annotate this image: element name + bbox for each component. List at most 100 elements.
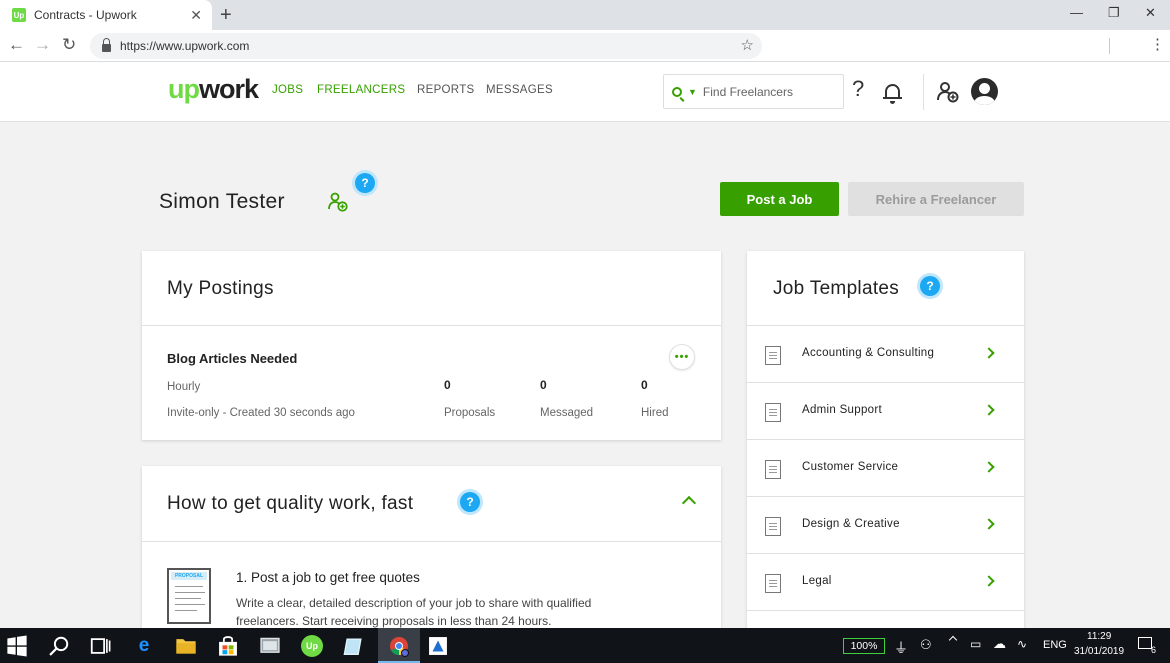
templates-help-icon[interactable]: ?	[920, 276, 940, 296]
job-templates-card: Job Templates ? Accounting & Consulting …	[747, 251, 1024, 636]
add-team-member-icon[interactable]	[328, 192, 348, 212]
search-input[interactable]: ▼ Find Freelancers	[663, 74, 844, 109]
notification-count: 6	[1151, 645, 1157, 655]
task-view-icon[interactable]	[89, 635, 111, 657]
browser-tabstrip: Up Contracts - Upwork ✕ + — ❐ ✕	[0, 0, 1170, 30]
collapse-chevron-icon[interactable]	[681, 495, 697, 511]
upwork-logo[interactable]: upwork	[168, 74, 259, 105]
forward-icon[interactable]: →	[34, 35, 51, 55]
more-options-icon[interactable]: •••	[669, 344, 695, 370]
my-postings-title: My Postings	[167, 278, 274, 299]
reload-icon[interactable]: ↻	[62, 35, 76, 55]
url-text: https://www.upwork.com	[120, 39, 250, 53]
action-center-icon[interactable]	[1138, 637, 1152, 649]
how-to-card: How to get quality work, fast ? PROPOSAL…	[142, 466, 721, 636]
toolbar-separator	[1109, 38, 1110, 54]
battery-icon[interactable]: ▭	[970, 637, 981, 651]
chevron-right-icon	[983, 518, 995, 530]
template-item-customer-service[interactable]: Customer Service	[747, 439, 1024, 496]
lock-icon	[102, 38, 111, 52]
help-icon[interactable]: ?	[852, 76, 864, 102]
browser-menu-icon[interactable]: ⋮	[1150, 36, 1165, 54]
app-window-icon[interactable]	[259, 635, 281, 657]
hired-count[interactable]: 0	[641, 378, 648, 392]
template-label: Legal	[802, 575, 832, 587]
power-plug-icon: ⏚	[894, 640, 908, 656]
store-icon[interactable]	[217, 635, 239, 657]
template-item-accounting[interactable]: Accounting & Consulting	[747, 325, 1024, 382]
nav-freelancers[interactable]: FREELANCERS	[317, 84, 405, 96]
proposal-document-icon: PROPOSAL	[167, 568, 211, 624]
network-icon[interactable]: ∿	[1017, 637, 1027, 651]
chrome-icon[interactable]	[388, 635, 410, 657]
template-label: Admin Support	[802, 404, 882, 416]
browser-toolbar: ← → ↻ https://www.upwork.com ☆	[0, 30, 1170, 62]
messaged-label: Messaged	[540, 407, 594, 419]
my-postings-card: My Postings Blog Articles Needed Hourly …	[142, 251, 721, 440]
search-icon	[672, 86, 682, 97]
upwork-favicon-icon: Up	[12, 8, 26, 22]
template-item-legal[interactable]: Legal	[747, 553, 1024, 610]
hired-label: Hired	[641, 407, 669, 419]
windows-taskbar: e Up ⏚ ⚇ ▭ ☁ ∿ ENG 11:29 31/01/2019 6	[0, 628, 1170, 663]
clock-time[interactable]: 11:29	[1087, 631, 1111, 642]
tab-close-icon[interactable]: ✕	[190, 7, 202, 24]
restore-icon[interactable]: ❐	[1108, 5, 1120, 21]
file-explorer-icon[interactable]	[175, 635, 197, 657]
nav-messages[interactable]: MESSAGES	[486, 84, 553, 96]
user-avatar[interactable]	[971, 78, 998, 105]
chevron-down-icon[interactable]: ▼	[688, 87, 697, 97]
chevron-right-icon	[983, 461, 995, 473]
how-to-title: How to get quality work, fast	[167, 493, 414, 514]
minimize-icon[interactable]: —	[1070, 5, 1083, 20]
back-icon[interactable]: ←	[8, 35, 25, 55]
new-tab-icon[interactable]: +	[220, 4, 232, 27]
search-placeholder: Find Freelancers	[702, 84, 793, 99]
browser-tab[interactable]: Up Contracts - Upwork ✕	[0, 0, 212, 30]
template-label: Design & Creative	[802, 518, 900, 530]
template-item-design[interactable]: Design & Creative	[747, 496, 1024, 553]
window-close-icon[interactable]: ✕	[1145, 5, 1156, 21]
messaged-count[interactable]: 0	[540, 378, 547, 392]
profile-help-icon[interactable]: ?	[355, 173, 375, 193]
proposals-count[interactable]: 0	[444, 378, 451, 392]
how-to-step: PROPOSAL 1. Post a job to get free quote…	[142, 542, 721, 636]
posting-type: Hourly	[167, 381, 201, 393]
page-title: Simon Tester	[159, 190, 285, 213]
tab-title: Contracts - Upwork	[34, 8, 137, 22]
switch-account-icon[interactable]	[937, 81, 959, 103]
step-title: 1. Post a job to get free quotes	[236, 570, 420, 585]
how-to-help-icon[interactable]: ?	[460, 492, 480, 512]
edge-icon[interactable]: e	[133, 635, 155, 657]
nav-reports[interactable]: REPORTS	[417, 84, 474, 96]
notepad-icon[interactable]	[343, 635, 365, 657]
chevron-right-icon	[983, 404, 995, 416]
template-label: Accounting & Consulting	[802, 347, 935, 359]
onedrive-icon[interactable]: ☁	[993, 636, 1006, 652]
notifications-bell-icon[interactable]	[883, 84, 902, 104]
app-launcher-icon[interactable]	[427, 635, 449, 657]
document-icon	[765, 346, 781, 365]
proposals-label: Proposals	[444, 407, 496, 419]
document-icon	[765, 517, 781, 536]
language-indicator[interactable]: ENG	[1043, 639, 1067, 651]
bookmark-star-icon[interactable]: ☆	[741, 36, 754, 54]
clock-date[interactable]: 31/01/2019	[1074, 646, 1124, 657]
posting-title-link[interactable]: Blog Articles Needed	[167, 351, 297, 366]
post-job-button[interactable]: Post a Job	[720, 182, 839, 216]
people-icon[interactable]: ⚇	[920, 637, 932, 653]
template-item-admin[interactable]: Admin Support	[747, 382, 1024, 439]
nav-jobs[interactable]: JOBS	[272, 84, 303, 96]
search-icon[interactable]	[48, 635, 70, 657]
posting-meta: Invite-only - Created 30 seconds ago	[167, 407, 355, 419]
template-label: Customer Service	[802, 461, 899, 473]
windows-start-icon[interactable]	[6, 635, 28, 657]
document-icon	[765, 403, 781, 422]
upwork-app-icon[interactable]: Up	[301, 635, 323, 657]
tray-overflow-icon[interactable]	[948, 635, 958, 645]
header-divider	[923, 74, 924, 110]
document-icon	[765, 574, 781, 593]
rehire-freelancer-button[interactable]: Rehire a Freelancer	[848, 182, 1024, 216]
address-bar[interactable]: https://www.upwork.com ☆	[90, 33, 762, 59]
chevron-right-icon	[983, 347, 995, 359]
